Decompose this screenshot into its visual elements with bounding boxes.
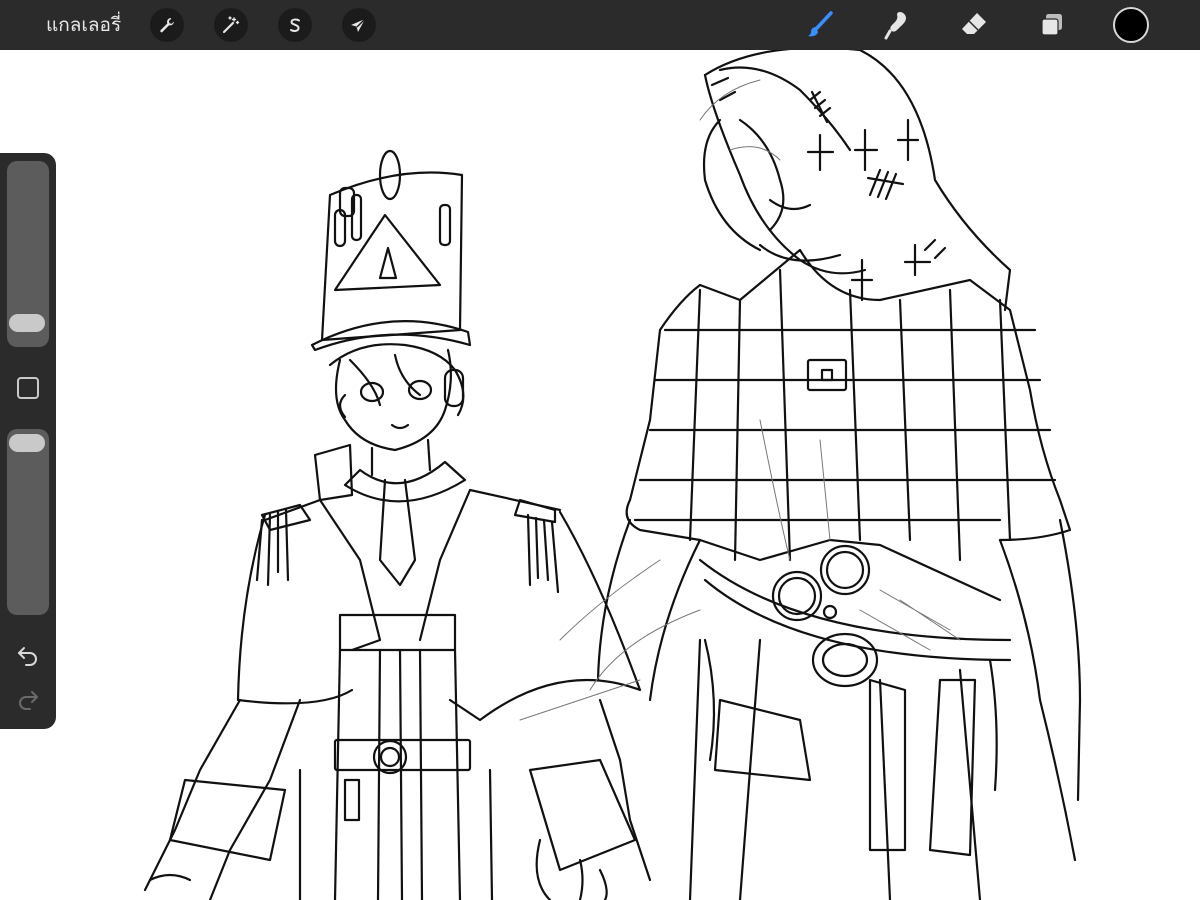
smudge-tool-button[interactable] <box>876 5 916 45</box>
arrow-cursor-icon <box>349 15 369 35</box>
sketch-artwork <box>143 50 1082 900</box>
gallery-button[interactable]: แกลเลอรี่ <box>46 12 121 38</box>
redo-icon <box>16 687 40 711</box>
layers-button[interactable] <box>1032 5 1072 45</box>
erase-tool-button[interactable] <box>954 5 994 45</box>
left-sidebar <box>0 153 56 729</box>
eraser-icon <box>958 9 990 41</box>
opacity-thumb[interactable] <box>9 434 45 452</box>
magic-wand-icon <box>221 15 241 35</box>
modify-button[interactable] <box>17 377 39 399</box>
selection-button[interactable] <box>278 8 312 42</box>
top-toolbar: แกลเลอรี่ <box>0 0 1200 50</box>
actions-button[interactable] <box>150 8 184 42</box>
smudge-icon <box>880 9 912 41</box>
redo-button[interactable] <box>14 685 42 713</box>
undo-button[interactable] <box>14 641 42 669</box>
brush-size-thumb[interactable] <box>9 314 45 332</box>
selection-s-icon <box>285 15 305 35</box>
undo-icon <box>16 643 40 667</box>
paint-tool-button[interactable] <box>800 5 840 45</box>
transform-button[interactable] <box>342 8 376 42</box>
brush-icon <box>804 9 836 41</box>
color-picker-button[interactable] <box>1113 7 1149 43</box>
opacity-slider[interactable] <box>7 429 49 615</box>
drawing-canvas[interactable] <box>0 50 1200 900</box>
adjustments-button[interactable] <box>214 8 248 42</box>
wrench-icon <box>157 15 177 35</box>
layers-icon <box>1037 10 1067 40</box>
